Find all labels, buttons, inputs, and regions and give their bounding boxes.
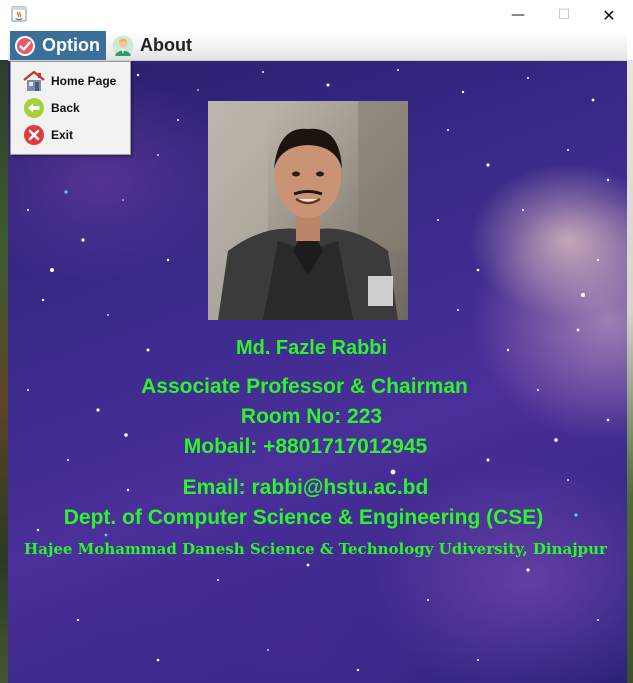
menu-option-label: Option (42, 35, 100, 55)
person-icon (112, 35, 134, 56)
frame-edge-left (0, 60, 8, 683)
menu-about[interactable]: About (108, 31, 208, 60)
menu-item-home-page-label: Home Page (51, 73, 117, 88)
faculty-title: Associate Professor & Chairman (141, 375, 468, 398)
java-app-icon (11, 6, 27, 22)
faculty-room: Room No: 223 (240, 405, 383, 428)
exit-x-icon (22, 124, 46, 146)
title-bar: — ☐ ✕ (0, 0, 633, 30)
faculty-mobile: Mobail: +8801717012945 (183, 435, 428, 458)
app-window: — ☐ ✕ Md. Fazle Rabbi Associate Professo… (0, 0, 633, 683)
menu-bar: Option About (8, 31, 627, 61)
option-dropdown-menu: Home Page Back Exit (10, 61, 131, 155)
close-button[interactable]: ✕ (586, 0, 632, 30)
faculty-department: Dept. of Computer Science & Engineering … (63, 506, 544, 529)
back-arrow-icon (22, 97, 46, 119)
faculty-email: Email: rabbi@hstu.ac.bd (182, 476, 429, 499)
minimize-button[interactable]: — (495, 0, 541, 30)
menu-item-exit[interactable]: Exit (11, 121, 130, 148)
maximize-button[interactable]: ☐ (541, 0, 587, 30)
menu-option[interactable]: Option (10, 31, 106, 60)
menu-item-back[interactable]: Back (11, 94, 130, 121)
home-icon (22, 70, 46, 92)
menu-item-back-label: Back (51, 100, 80, 115)
menu-item-home-page[interactable]: Home Page (11, 67, 130, 94)
frame-edge-right (627, 60, 633, 683)
faculty-name: Md. Fazle Rabbi (235, 337, 388, 359)
menu-about-label: About (140, 35, 192, 55)
profile-photo (208, 101, 408, 320)
menu-item-exit-label: Exit (51, 127, 74, 142)
check-circle-icon (15, 35, 35, 56)
faculty-university: Hajee Mohammad Danesh Science & Technolo… (24, 540, 607, 558)
